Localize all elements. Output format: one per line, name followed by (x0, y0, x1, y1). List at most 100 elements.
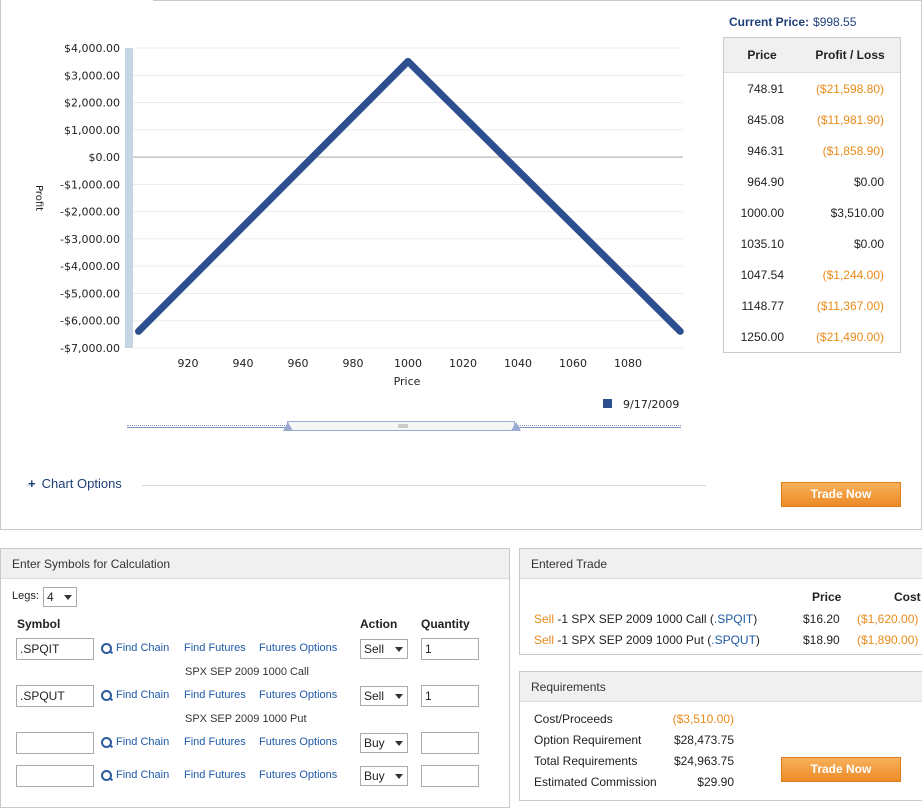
y-tick-label: -$2,000.00 (60, 206, 120, 219)
symbol-calculation-panel: Enter Symbols for Calculation Legs: 4 Sy… (0, 548, 510, 808)
trade-contract: -1 SPX SEP 2009 1000 Call ( (557, 612, 714, 626)
find-chain-label[interactable]: Find Chain (116, 642, 169, 654)
quantity-input[interactable] (421, 765, 479, 787)
quantity-input[interactable] (421, 732, 479, 754)
trade-now-button-bottom[interactable]: Trade Now (781, 757, 901, 782)
find-chain-link[interactable]: Find Chain (101, 689, 169, 701)
pl-table-row: 1047.54 ($1,244.00) (724, 259, 900, 290)
tab-divider (153, 0, 921, 1)
quantity-input[interactable]: 1 (421, 638, 479, 660)
find-futures-link[interactable]: Find Futures (184, 642, 246, 654)
symbol-input[interactable] (16, 765, 94, 787)
trade-action: Sell (534, 633, 555, 647)
pl-profit-loss-header: Profit / Loss (815, 48, 885, 62)
trade-symbol-link[interactable]: .SPQIT (714, 612, 753, 626)
symbol-header: Symbol (17, 617, 61, 631)
find-chain-link[interactable]: Find Chain (101, 736, 169, 748)
find-chain-link[interactable]: Find Chain (101, 642, 169, 654)
find-futures-link[interactable]: Find Futures (184, 736, 246, 748)
find-chain-link[interactable]: Find Chain (101, 769, 169, 781)
pl-table-row: 1148.77 ($11,367.00) (724, 290, 900, 321)
chart-options-toggle[interactable]: + Chart Options (28, 476, 122, 491)
slider-grip-icon[interactable] (398, 424, 408, 428)
legs-select[interactable]: 4 (43, 587, 77, 607)
find-chain-label[interactable]: Find Chain (116, 689, 169, 701)
pl-table-row: 845.08 ($11,981.90) (724, 104, 900, 135)
symbol-input[interactable]: .SPQIT (16, 638, 94, 660)
find-futures-link[interactable]: Find Futures (184, 689, 246, 701)
y-tick-label: $4,000.00 (64, 42, 120, 55)
chevron-down-icon (395, 647, 403, 652)
series-line (135, 57, 684, 335)
find-chain-label[interactable]: Find Chain (116, 769, 169, 781)
requirement-label: Total Requirements (534, 754, 638, 768)
pl-price-cell: 1047.54 (740, 267, 784, 282)
pl-value-cell: $0.00 (853, 236, 884, 251)
search-icon[interactable] (101, 689, 112, 701)
quantity-input[interactable]: 1 (421, 685, 479, 707)
symbol-input[interactable] (16, 732, 94, 754)
x-tick-label: 1020 (449, 357, 477, 370)
quantity-header: Quantity (421, 617, 470, 631)
trade-contract: -1 SPX SEP 2009 1000 Put ( (557, 633, 712, 647)
slider-left-handle-icon[interactable] (283, 422, 293, 431)
chart-grid (133, 47, 683, 349)
action-select[interactable]: Sell (360, 639, 408, 659)
legs-label: Legs: (12, 590, 39, 602)
x-tick-labels: 920 940 960 980 1000 1020 1040 1060 1080 (178, 357, 643, 370)
action-value: Sell (364, 642, 385, 656)
requirement-label: Option Requirement (534, 733, 642, 747)
pl-value-cell: ($11,367.00) (816, 298, 884, 313)
y-tick-label: -$4,000.00 (60, 260, 120, 273)
y-tick-label: $2,000.00 (64, 97, 120, 110)
action-header: Action (360, 617, 398, 631)
search-icon[interactable] (101, 642, 112, 654)
futures-options-link[interactable]: Futures Options (259, 736, 337, 748)
trade-cost: ($1,620.00) (857, 612, 919, 626)
action-select[interactable]: Buy (360, 733, 408, 753)
search-icon[interactable] (101, 769, 112, 781)
find-futures-link[interactable]: Find Futures (184, 769, 246, 781)
requirement-value: $28,473.75 (673, 733, 734, 747)
chart-options-divider-right (142, 485, 706, 486)
chevron-down-icon (395, 774, 403, 779)
requirement-value: ($3,510.00) (672, 712, 734, 726)
pl-value-cell: ($21,598.80) (815, 81, 884, 96)
requirement-value: $24,963.75 (673, 754, 734, 768)
slider-right-handle-icon[interactable] (511, 422, 521, 431)
pl-table-header: Price Profit / Loss (724, 38, 900, 73)
search-icon[interactable] (101, 736, 112, 748)
trade-close-paren: ) (753, 612, 758, 626)
chart-options-label[interactable]: Chart Options (42, 476, 122, 491)
action-select[interactable]: Sell (360, 686, 408, 706)
range-slider[interactable] (127, 421, 681, 433)
find-chain-label[interactable]: Find Chain (116, 736, 169, 748)
slider-range[interactable] (287, 421, 515, 431)
pl-price-cell: 1148.77 (741, 298, 785, 313)
trade-now-button[interactable]: Trade Now (781, 482, 901, 507)
y-tick-label: -$5,000.00 (60, 287, 120, 300)
y-tick-label: -$3,000.00 (60, 233, 120, 246)
trade-cost: ($1,890.00) (857, 633, 919, 647)
futures-options-link[interactable]: Futures Options (259, 689, 337, 701)
current-price-value: $998.55 (813, 15, 857, 29)
pl-value-cell: ($21,490.00) (815, 329, 884, 344)
legs-value: 4 (47, 590, 54, 604)
symbol-input[interactable]: .SPQUT (16, 685, 94, 707)
action-value: Buy (364, 736, 385, 750)
pl-value-cell: ($11,981.90) (816, 112, 884, 127)
action-select[interactable]: Buy (360, 766, 408, 786)
trade-symbol-link[interactable]: .SPQUT (711, 633, 756, 647)
requirement-label: Estimated Commission (534, 775, 657, 789)
pl-value-cell: ($1,858.90) (822, 143, 884, 158)
plus-icon[interactable]: + (28, 476, 36, 491)
y-axis-label: Profit (33, 185, 44, 211)
trade-description: Sell -1 SPX SEP 2009 1000 Call (.SPQIT) (534, 612, 757, 626)
requirements-title: Requirements (520, 672, 922, 702)
y-tick-label: -$7,000.00 (60, 342, 120, 355)
pl-table-row: 1035.10 $0.00 (724, 228, 900, 259)
x-tick-label: 1040 (504, 357, 532, 370)
futures-options-link[interactable]: Futures Options (259, 769, 337, 781)
pl-value-cell: ($1,244.00) (822, 267, 884, 282)
futures-options-link[interactable]: Futures Options (259, 642, 337, 654)
